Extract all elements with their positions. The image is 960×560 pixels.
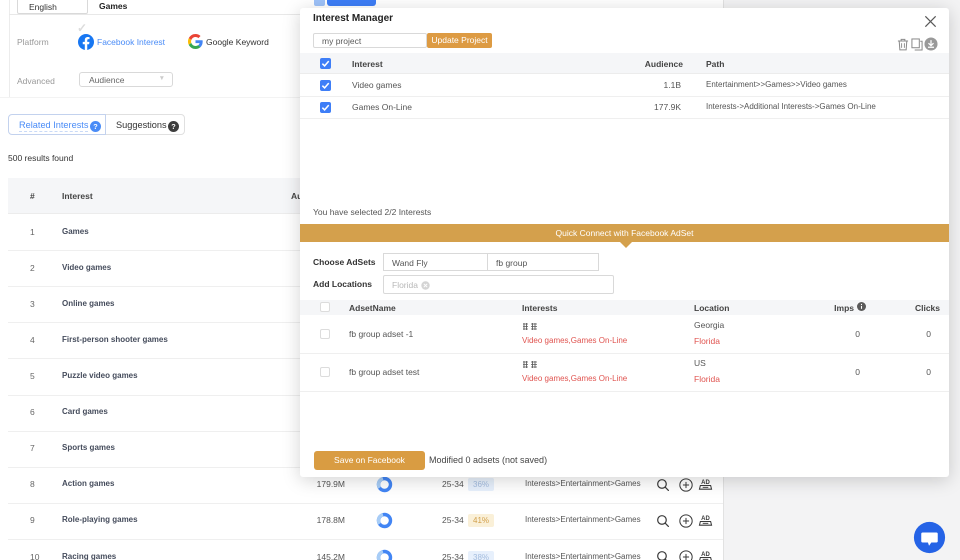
svg-text:?: ?	[93, 122, 98, 131]
svg-text:?: ?	[171, 122, 176, 131]
